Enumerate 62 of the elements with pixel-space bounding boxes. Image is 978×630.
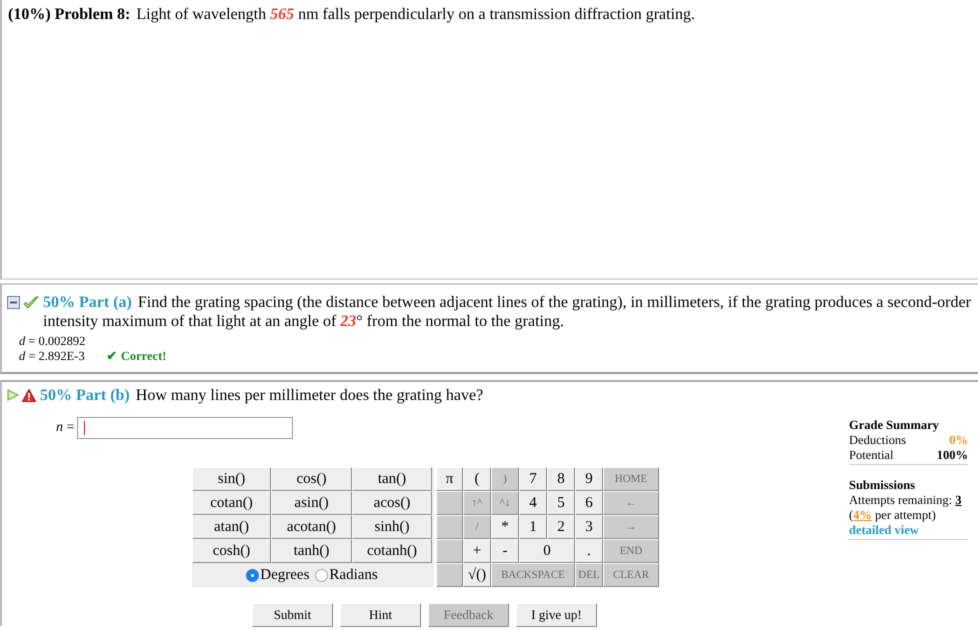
summary-value: 100%	[936, 448, 968, 463]
function-button[interactable]: asin()	[271, 491, 352, 515]
keypad-key[interactable]: 3	[575, 515, 603, 539]
keypad-key[interactable]: 8	[547, 467, 575, 491]
summary-value: 0%	[949, 433, 968, 448]
keypad-key[interactable]: π	[436, 467, 463, 491]
problem-label: (10%) Problem 8:	[8, 6, 130, 23]
keypad-key[interactable]: -	[491, 539, 519, 563]
input-label: n =	[56, 420, 74, 436]
keypad-key[interactable]: 1	[519, 515, 547, 539]
function-button[interactable]: cos()	[271, 467, 352, 491]
keypad-key[interactable]: 9	[575, 467, 603, 491]
question-text: 50% Part (b) How many lines per millimeter does the grating have?	[40, 386, 484, 405]
collapse-icon[interactable]	[7, 296, 20, 309]
answer-text: d = 2.892E-3	[19, 349, 85, 363]
angle-mode-radio[interactable]: Radians	[315, 566, 378, 584]
function-button[interactable]: acotan()	[271, 515, 352, 539]
keypad-key[interactable]: 6	[575, 491, 603, 515]
keypad-key[interactable]: *	[491, 515, 519, 539]
function-button[interactable]: cosh()	[192, 539, 271, 563]
grade-summary-title: Grade Summary	[849, 418, 940, 433]
function-button[interactable]: atan()	[192, 515, 271, 539]
attempts-count: 3	[955, 493, 962, 507]
keypad-key[interactable]: 4	[519, 491, 547, 515]
keypad-key[interactable]: √()	[463, 563, 491, 587]
function-button[interactable]: acos()	[352, 491, 432, 515]
blank-key	[436, 515, 463, 539]
answer-field[interactable]	[77, 417, 294, 439]
check-icon	[23, 296, 39, 310]
action-button[interactable]: I give up!	[516, 603, 597, 627]
keypad-key[interactable]: 7	[519, 467, 547, 491]
radio-icon[interactable]	[246, 568, 260, 582]
radio-icon[interactable]	[315, 568, 328, 582]
play-icon[interactable]	[7, 389, 19, 401]
angle-mode-radio[interactable]: Degrees	[246, 566, 310, 584]
function-button[interactable]: cotan()	[192, 491, 271, 515]
function-button[interactable]: tan()	[352, 467, 432, 491]
blank-key	[436, 491, 463, 515]
answer-text: d = 0.002892	[19, 334, 86, 348]
question-text: 50% Part (a) Find the grating spacing (the distance between adjacent lines of the grating), in millimeters, if the grating produces a second-order intensity maximum of that light at an angle of 23° from the normal to the grating.	[43, 293, 972, 331]
summary-label: Potential	[849, 448, 894, 463]
problem-text: Light of wavelength 565 nm falls perpendicularly on a transmission diffraction grating.	[136, 6, 696, 23]
keypad-key[interactable]: 0	[519, 539, 575, 563]
keypad-key[interactable]: (	[463, 467, 491, 491]
action-button[interactable]: Submit	[252, 603, 333, 627]
keypad-key[interactable]: 5	[547, 491, 575, 515]
blank-key	[436, 539, 463, 563]
blank-key	[436, 563, 463, 587]
correct-message: ✔ Correct!	[106, 349, 166, 363]
function-button[interactable]: tanh()	[271, 539, 352, 563]
function-button[interactable]: sinh()	[352, 515, 432, 539]
attempts-label: Attempts remaining:	[849, 493, 954, 507]
keypad-key[interactable]: .	[575, 539, 603, 563]
function-button[interactable]: sin()	[192, 467, 271, 491]
summary-label: Deductions	[849, 433, 906, 448]
keypad-key[interactable]: +	[463, 539, 491, 563]
penalty-text: (4% per attempt)	[849, 508, 937, 523]
action-button[interactable]: Hint	[340, 603, 421, 627]
keypad-key[interactable]: 2	[547, 515, 575, 539]
submissions-title: Submissions	[849, 478, 916, 493]
warning-icon	[22, 389, 36, 402]
function-button[interactable]: cotanh()	[352, 539, 432, 563]
